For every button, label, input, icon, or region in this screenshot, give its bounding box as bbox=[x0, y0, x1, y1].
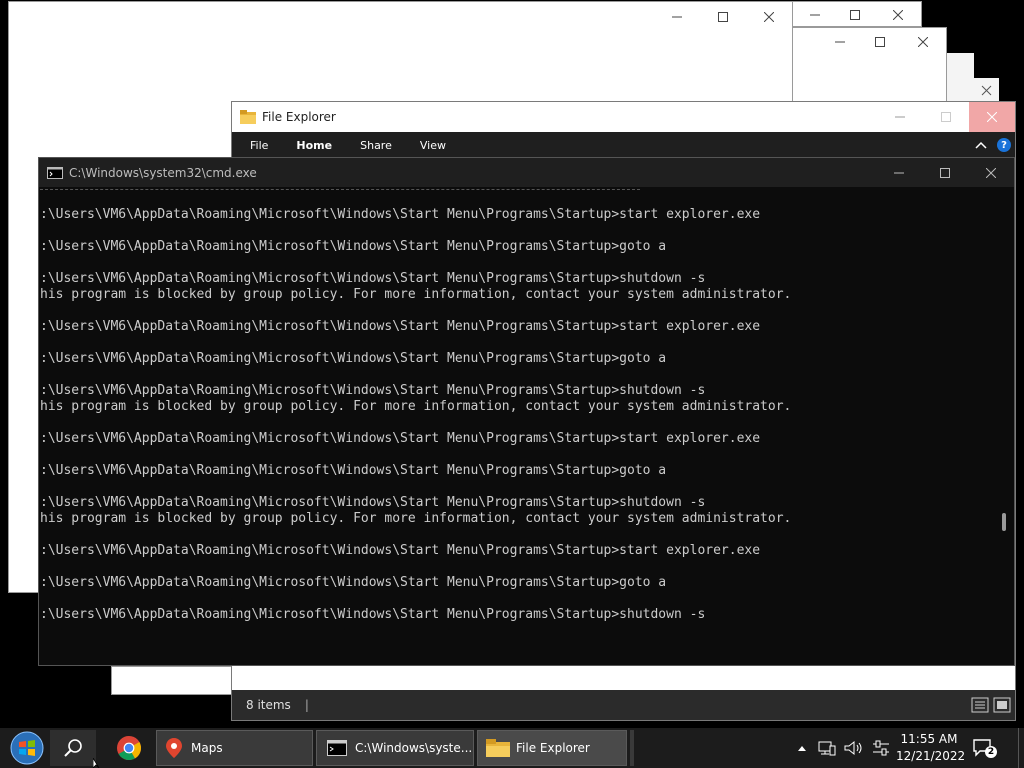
minimize-button[interactable] bbox=[795, 2, 835, 28]
background-window-2 bbox=[792, 1, 922, 27]
clock[interactable]: 11:55 AM 12/21/2022 bbox=[896, 731, 966, 765]
background-window-4 bbox=[947, 53, 974, 103]
minimize-button[interactable] bbox=[876, 158, 922, 187]
settings-sliders-icon[interactable] bbox=[872, 739, 890, 757]
windows-orb-icon bbox=[10, 731, 44, 765]
console-line: :\Users\VM6\AppData\Roaming\Microsoft\Wi… bbox=[40, 271, 706, 286]
clock-time: 11:55 AM bbox=[900, 732, 958, 746]
tab-view[interactable]: View bbox=[406, 139, 460, 152]
maximize-button[interactable] bbox=[700, 2, 746, 32]
taskbar-item-cmd[interactable]: C:\Windows\syste... bbox=[316, 730, 474, 766]
system-tray bbox=[796, 728, 900, 768]
minimize-button[interactable] bbox=[654, 2, 700, 32]
console-line: :\Users\VM6\AppData\Roaming\Microsoft\Wi… bbox=[40, 207, 761, 222]
taskbar: Maps C:\Windows\syste... File Explorer 1… bbox=[0, 728, 1024, 768]
console-line: :\Users\VM6\AppData\Roaming\Microsoft\Wi… bbox=[40, 543, 761, 558]
folder-icon bbox=[240, 110, 256, 124]
console-line: his program is blocked by group policy. … bbox=[40, 287, 792, 302]
ribbon-tabs: File Home Share View ? bbox=[232, 132, 1015, 158]
background-window-3 bbox=[792, 27, 947, 102]
close-button[interactable] bbox=[969, 102, 1015, 132]
scrollbar[interactable] bbox=[996, 187, 1013, 664]
console-line: :\Users\VM6\AppData\Roaming\Microsoft\Wi… bbox=[40, 463, 667, 478]
show-hidden-icons-icon[interactable] bbox=[796, 743, 808, 753]
taskbar-item-label: Maps bbox=[191, 741, 223, 755]
taskbar-item-label: File Explorer bbox=[516, 741, 590, 755]
background-window-5 bbox=[974, 78, 999, 102]
status-separator: | bbox=[304, 698, 309, 712]
large-icons-view-icon[interactable] bbox=[993, 697, 1011, 713]
minimize-button[interactable] bbox=[820, 28, 860, 56]
console-line: his program is blocked by group policy. … bbox=[40, 399, 792, 414]
status-bar: 8 items | bbox=[232, 690, 1015, 720]
minimize-button[interactable] bbox=[877, 102, 923, 132]
maximize-button[interactable] bbox=[860, 28, 900, 56]
maximize-button[interactable] bbox=[922, 158, 968, 187]
network-icon[interactable] bbox=[818, 740, 836, 756]
maximize-button[interactable] bbox=[835, 2, 875, 28]
console-line: his program is blocked by group policy. … bbox=[40, 511, 792, 526]
console-line: :\Users\VM6\AppData\Roaming\Microsoft\Wi… bbox=[40, 575, 667, 590]
chrome-icon bbox=[117, 736, 142, 761]
volume-icon[interactable] bbox=[844, 740, 864, 756]
taskbar-item-maps[interactable]: Maps bbox=[156, 730, 313, 766]
help-icon[interactable]: ? bbox=[997, 138, 1011, 152]
console-line: :\Users\VM6\AppData\Roaming\Microsoft\Wi… bbox=[40, 239, 667, 254]
clipped-previous-line bbox=[40, 187, 640, 190]
console-area[interactable]: :\Users\VM6\AppData\Roaming\Microsoft\Wi… bbox=[39, 187, 996, 665]
close-button[interactable] bbox=[900, 28, 946, 56]
console-line: :\Users\VM6\AppData\Roaming\Microsoft\Wi… bbox=[40, 495, 706, 510]
search-icon bbox=[64, 739, 82, 757]
scrollbar-thumb[interactable] bbox=[1002, 513, 1006, 531]
clock-date: 12/21/2022 bbox=[896, 749, 966, 763]
search-button[interactable] bbox=[50, 730, 96, 766]
tab-home[interactable]: Home bbox=[282, 139, 346, 152]
chrome-button[interactable] bbox=[108, 730, 150, 766]
background-window-6 bbox=[111, 666, 232, 695]
tab-share[interactable]: Share bbox=[346, 139, 406, 152]
mouse-cursor-icon bbox=[93, 758, 100, 768]
close-button[interactable] bbox=[875, 2, 921, 28]
notification-badge: 2 bbox=[985, 746, 997, 758]
action-center-button[interactable]: 2 bbox=[972, 737, 997, 761]
cmd-window[interactable]: C:\Windows\system32\cmd.exe :\Users\VM6\… bbox=[38, 157, 1015, 666]
cmd-icon bbox=[47, 166, 63, 179]
title-bar[interactable]: C:\Windows\system32\cmd.exe bbox=[39, 158, 1014, 187]
show-desktop-button[interactable] bbox=[1018, 728, 1024, 768]
tab-file[interactable]: File bbox=[232, 139, 282, 152]
window-title: File Explorer bbox=[262, 110, 336, 124]
console-output: :\Users\VM6\AppData\Roaming\Microsoft\Wi… bbox=[40, 207, 976, 623]
cmd-icon bbox=[327, 740, 347, 756]
item-count: 8 items bbox=[246, 698, 291, 712]
chevron-up-icon[interactable] bbox=[975, 141, 987, 149]
taskbar-divider bbox=[630, 730, 634, 766]
window-title: C:\Windows\system32\cmd.exe bbox=[69, 165, 257, 180]
close-button[interactable] bbox=[746, 2, 792, 32]
start-button[interactable] bbox=[4, 730, 50, 766]
maps-icon bbox=[166, 738, 182, 758]
maximize-button[interactable] bbox=[923, 102, 969, 132]
console-line: :\Users\VM6\AppData\Roaming\Microsoft\Wi… bbox=[40, 351, 667, 366]
close-icon[interactable] bbox=[974, 78, 999, 102]
folder-icon bbox=[486, 739, 510, 757]
details-view-icon[interactable] bbox=[971, 697, 989, 713]
console-line: :\Users\VM6\AppData\Roaming\Microsoft\Wi… bbox=[40, 607, 706, 622]
taskbar-item-label: C:\Windows\syste... bbox=[355, 741, 473, 755]
console-line: :\Users\VM6\AppData\Roaming\Microsoft\Wi… bbox=[40, 319, 761, 334]
console-line: :\Users\VM6\AppData\Roaming\Microsoft\Wi… bbox=[40, 431, 761, 446]
console-line: :\Users\VM6\AppData\Roaming\Microsoft\Wi… bbox=[40, 383, 706, 398]
taskbar-item-file-explorer[interactable]: File Explorer bbox=[477, 730, 627, 766]
close-button[interactable] bbox=[968, 158, 1014, 187]
